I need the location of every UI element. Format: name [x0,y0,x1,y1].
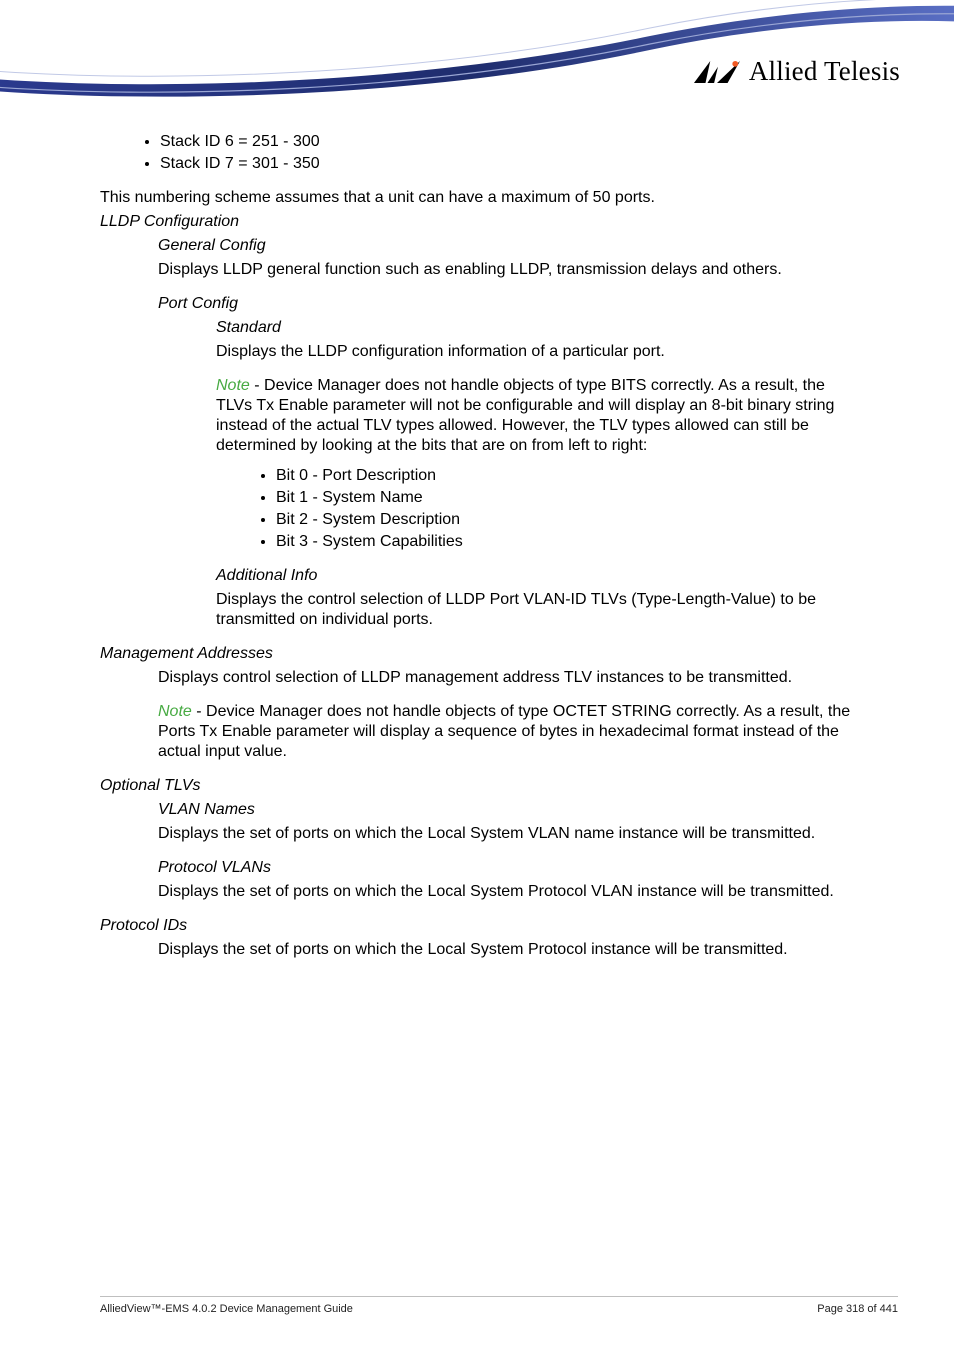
page-footer: AlliedView™-EMS 4.0.2 Device Management … [100,1296,898,1315]
protocol-vlans-body: Displays the set of ports on which the L… [158,882,854,902]
stack-id-list: Stack ID 6 = 251 - 300 Stack ID 7 = 301 … [100,132,854,174]
note-body: - Device Manager does not handle objects… [216,377,834,454]
list-item: Stack ID 7 = 301 - 350 [160,154,854,174]
note-body: - Device Manager does not handle objects… [158,703,850,760]
additional-info-title: Additional Info [216,566,854,586]
list-item: Bit 2 - System Description [276,510,854,530]
standard-title: Standard [216,318,854,338]
page-content: Stack ID 6 = 251 - 300 Stack ID 7 = 301 … [0,130,954,964]
bits-list: Bit 0 - Port Description Bit 1 - System … [100,466,854,552]
additional-info-body: Displays the control selection of LLDP P… [216,590,854,630]
vlan-names-title: VLAN Names [158,800,854,820]
note-label: Note [216,377,250,394]
intro-paragraph: This numbering scheme assumes that a uni… [100,188,854,208]
brand: Allied Telesis [693,56,900,87]
vlan-names-body: Displays the set of ports on which the L… [158,824,854,844]
general-config-body: Displays LLDP general function such as e… [158,260,854,280]
port-config-title: Port Config [158,294,854,314]
protocol-ids-heading: Protocol IDs [100,916,854,936]
optional-tlvs-heading: Optional TLVs [100,776,854,796]
management-note: Note - Device Manager does not handle ob… [158,702,854,762]
management-addresses-heading: Management Addresses [100,644,854,664]
standard-note: Note - Device Manager does not handle ob… [216,376,854,456]
list-item: Bit 0 - Port Description [276,466,854,486]
standard-body: Displays the LLDP configuration informat… [216,342,854,362]
lldp-config-heading: LLDP Configuration [100,212,854,232]
footer-left: AlliedView™-EMS 4.0.2 Device Management … [100,1303,353,1315]
note-label: Note [158,703,192,720]
list-item: Bit 3 - System Capabilities [276,532,854,552]
list-item: Bit 1 - System Name [276,488,854,508]
protocol-ids-body: Displays the set of ports on which the L… [158,940,854,960]
header-band: Allied Telesis [0,0,954,125]
footer-right: Page 318 of 441 [817,1303,898,1315]
brand-logo-icon [693,59,741,85]
management-addresses-body: Displays control selection of LLDP manag… [158,668,854,688]
general-config-title: General Config [158,236,854,256]
brand-text: Allied Telesis [749,56,900,87]
list-item: Stack ID 6 = 251 - 300 [160,132,854,152]
protocol-vlans-title: Protocol VLANs [158,858,854,878]
